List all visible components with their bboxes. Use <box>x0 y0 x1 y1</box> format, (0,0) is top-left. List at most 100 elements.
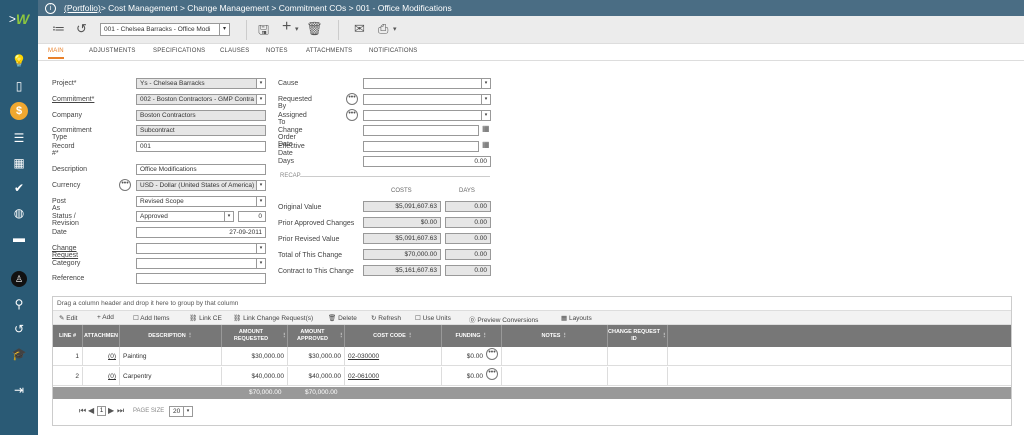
cell-amount-requested: $30,000.00 <box>222 347 288 366</box>
link-change-request-button[interactable]: ⛓ Link Change Request(s) <box>233 314 313 322</box>
record-input[interactable]: 001 <box>136 141 266 152</box>
change-request-label[interactable]: Change Request <box>52 245 78 259</box>
col-attachments[interactable]: ATTACHMEN <box>83 325 120 347</box>
breadcrumb-portfolio-link[interactable]: (Portfolio) <box>64 3 101 13</box>
col-change-request-id[interactable]: CHANGE REQUEST ID ⋮ <box>608 325 668 347</box>
change-order-date-input[interactable] <box>363 125 479 136</box>
link-icon: ⛓ <box>189 315 200 322</box>
tab-main[interactable]: MAIN <box>48 48 64 59</box>
cell-funding[interactable]: $0.00 ••• <box>442 367 502 386</box>
more-icon[interactable]: ••• <box>486 367 498 380</box>
save-icon[interactable]: 🖫 <box>258 21 269 43</box>
table-row[interactable]: 1 (0) Painting $30,000.00 $30,000.00 02-… <box>53 347 1011 366</box>
col-funding[interactable]: FUNDING ⋮ <box>442 325 502 347</box>
add-items-button[interactable]: ☐ Add Items <box>133 314 170 322</box>
page-size-select[interactable]: 20 ▾ <box>169 406 193 417</box>
last-page-icon[interactable]: ⏭ <box>117 406 124 416</box>
cell-cost-code[interactable]: 02-061000 <box>345 367 442 386</box>
tab-notifications[interactable]: NOTIFICATIONS <box>369 48 418 54</box>
tab-specifications[interactable]: SPECIFICATIONS <box>153 48 205 54</box>
more-icon[interactable]: ••• <box>346 93 358 105</box>
cost-icon[interactable]: $ <box>0 100 38 122</box>
current-page[interactable]: 1 <box>97 406 106 416</box>
document-icon[interactable]: ▯ <box>0 75 38 97</box>
recap-label: Contract to This Change <box>278 268 354 275</box>
info-icon[interactable]: i <box>45 2 56 14</box>
chevron-right-icon: > <box>8 12 16 26</box>
col-description[interactable]: DESCRIPTION ⋮ <box>120 325 222 347</box>
date-input[interactable]: 27-09-2011 <box>136 227 266 238</box>
table-row[interactable]: 2 (0) Carpentry $40,000.00 $40,000.00 02… <box>53 367 1011 386</box>
person-icon[interactable]: ♙ <box>0 268 38 290</box>
change-request-select[interactable]: ▾ <box>136 243 266 254</box>
tab-adjustments[interactable]: ADJUSTMENTS <box>89 48 136 54</box>
cell-attachments[interactable]: (0) <box>83 347 120 366</box>
layouts-button[interactable]: ▦ Layouts <box>561 314 592 322</box>
sidebar: > W 💡 ▯ $ ☰ ▦ ✔ ◍ ▬ ♙ ⚲ ↺ 🎓 ⇥ <box>0 0 38 435</box>
add-button[interactable]: + Add <box>97 314 114 321</box>
next-page-icon[interactable]: ▶ <box>108 406 114 415</box>
reference-input[interactable] <box>136 273 266 284</box>
record-select[interactable]: 001 - Chelsea Barracks - Office Modi ▾ <box>100 23 230 36</box>
description-input[interactable]: Office Modifications <box>136 164 266 175</box>
print-icon[interactable]: ⎙ <box>378 21 388 37</box>
use-units-checkbox[interactable]: ☐ Use Units <box>415 314 451 322</box>
app-logo[interactable]: > W <box>0 0 38 38</box>
cell-cost-code[interactable]: 02-030000 <box>345 347 442 366</box>
list-view-icon[interactable]: ≔ <box>52 21 65 37</box>
chevron-down-icon: ▾ <box>256 259 265 268</box>
commitment-select[interactable]: 002 - Boston Contractors - GMP Contra ▾ <box>136 94 266 105</box>
post-as-select[interactable]: Revised Scope ▾ <box>136 196 266 207</box>
requested-by-select[interactable]: ▾ <box>363 94 491 105</box>
col-amount-requested[interactable]: AMOUNT REQUESTED ⋮ <box>222 325 288 347</box>
project-select[interactable]: Ys - Chelsea Barracks ▾ <box>136 78 266 89</box>
col-amount-approved[interactable]: AMOUNT APPROVED ⋮ <box>288 325 345 347</box>
refresh-button[interactable]: ↻ Refresh <box>371 314 401 322</box>
search-icon[interactable]: ⚲ <box>0 293 38 315</box>
graduation-icon[interactable]: 🎓 <box>0 343 38 365</box>
prev-page-icon[interactable]: ◀ <box>88 406 94 415</box>
history-icon[interactable]: ↺ <box>76 21 87 37</box>
list-icon[interactable]: ☰ <box>0 127 38 149</box>
status-select[interactable]: Approved ▾ <box>136 211 234 222</box>
delete-button[interactable]: 🗑 Delete <box>328 314 357 322</box>
history-icon[interactable]: ↺ <box>0 318 38 340</box>
briefcase-icon[interactable]: ▬ <box>0 227 38 249</box>
chevron-down-icon[interactable]: ▾ <box>295 25 299 33</box>
revision-input[interactable]: 0 <box>238 211 266 222</box>
tab-attachments[interactable]: ATTACHMENTS <box>306 48 352 54</box>
calendar-icon[interactable]: ▦ <box>482 124 490 133</box>
more-icon[interactable]: ••• <box>346 109 358 121</box>
cell-funding[interactable]: $0.00 ••• <box>442 347 502 366</box>
effective-date-input[interactable] <box>363 141 479 152</box>
add-icon[interactable]: + <box>282 18 291 36</box>
building-icon[interactable]: ▦ <box>0 152 38 174</box>
lightbulb-icon[interactable]: 💡 <box>0 50 38 72</box>
tab-clauses[interactable]: CLAUSES <box>220 48 249 54</box>
edit-button[interactable]: ✎ Edit <box>59 314 77 322</box>
logout-icon[interactable]: ⇥ <box>0 379 38 401</box>
category-select[interactable]: ▾ <box>136 258 266 269</box>
col-cost-code[interactable]: COST CODE ⋮ <box>345 325 442 347</box>
col-line[interactable]: LINE # <box>53 325 83 347</box>
calendar-icon[interactable]: ▦ <box>482 140 490 149</box>
email-icon[interactable]: ✉ <box>354 21 365 37</box>
chevron-down-icon[interactable]: ▾ <box>393 25 397 33</box>
more-icon[interactable]: ••• <box>119 179 131 191</box>
currency-select[interactable]: USD - Dollar (United States of America) ▾ <box>136 180 266 191</box>
more-icon[interactable]: ••• <box>486 347 498 360</box>
first-page-icon[interactable]: ⏮ <box>79 406 86 416</box>
cell-attachments[interactable]: (0) <box>83 367 120 386</box>
delete-icon[interactable]: 🗑 <box>306 21 323 37</box>
days-input[interactable]: 0.00 <box>363 156 491 167</box>
commitment-label[interactable]: Commitment* <box>52 96 94 103</box>
group-by-area[interactable]: Drag a column header and drop it here to… <box>53 297 1011 311</box>
cause-select[interactable]: ▾ <box>363 78 491 89</box>
globe-icon[interactable]: ◍ <box>0 202 38 224</box>
tab-notes[interactable]: NOTES <box>266 48 288 54</box>
check-icon[interactable]: ✔ <box>0 177 38 199</box>
col-notes[interactable]: NOTES ⋮ <box>502 325 608 347</box>
assigned-to-select[interactable]: ▾ <box>363 110 491 121</box>
preview-conversions-button[interactable]: ⓪ Preview Conversions <box>469 314 538 324</box>
link-ce-button[interactable]: ⛓ Link CE <box>189 314 222 322</box>
